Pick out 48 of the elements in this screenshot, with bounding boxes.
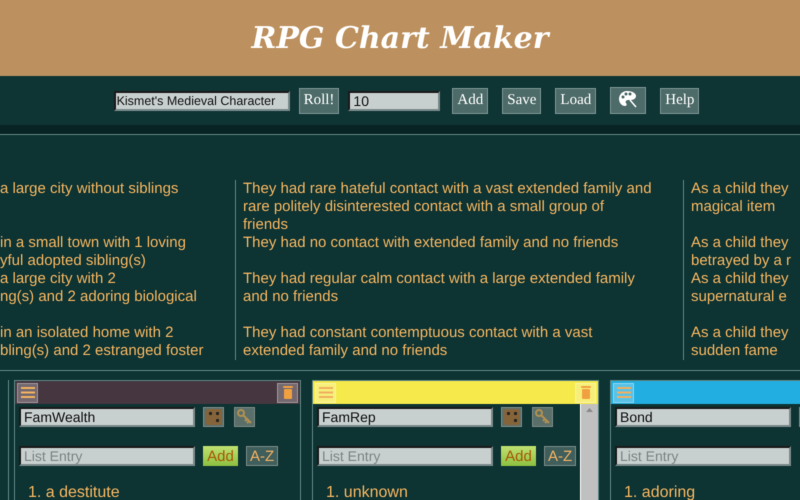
toolbar-button[interactable]: Load — [555, 88, 596, 114]
list-name-field[interactable]: Bond — [615, 407, 791, 427]
list-entry: 1. adoring — [624, 484, 696, 500]
app-title: RPG Chart Maker — [251, 20, 549, 56]
palette-icon — [618, 90, 638, 108]
result-text: in an isolated home with 2 bling(s) and 2 estranged foster — [0, 324, 204, 359]
result-text: As a child they supernatural e — [691, 270, 789, 305]
roll-button[interactable]: Roll! — [298, 88, 340, 114]
result-text: As a child they betrayed by a r — [691, 234, 792, 269]
trash-icon — [580, 386, 590, 399]
result-text: in a small town with 1 loving yful adopted sibling(s) — [0, 234, 186, 269]
key-icon — [534, 409, 550, 425]
sort-button[interactable]: A-Z — [544, 446, 576, 466]
list-name-field[interactable]: FamWealth — [19, 407, 195, 427]
menu-icon — [616, 387, 630, 398]
key-button[interactable] — [532, 407, 553, 427]
list-entry-field[interactable]: List Entry — [615, 446, 791, 466]
result-text: They had regular calm contact with a large extended family and no friends — [243, 270, 635, 305]
roll-count-field[interactable]: 10 — [348, 90, 440, 110]
result-text: a large city without siblings — [0, 180, 178, 197]
result-text: As a child they sudden fame — [691, 324, 789, 359]
result-text: They had no contact with extended family and no friends — [243, 234, 618, 251]
list-entry: 1. unknown — [326, 484, 409, 500]
toolbar-button[interactable]: Save — [502, 88, 542, 114]
list-entry-field[interactable]: List Entry — [19, 446, 195, 466]
scrollbar[interactable] — [580, 404, 598, 500]
chart-name-field[interactable]: Kismet's Medieval Character — [114, 90, 290, 110]
result-text: a large city with 2 ng(s) and 2 adoring biological — [0, 270, 197, 305]
sort-button[interactable]: A-Z — [246, 446, 278, 466]
key-icon — [236, 409, 252, 425]
menu-button[interactable] — [17, 382, 38, 402]
list-entry-field[interactable]: List Entry — [317, 446, 493, 466]
result-text: They had constant contemptuous contact with a vast extended family and no friends — [243, 324, 592, 359]
result-text: They had rare hateful contact with a vast extended family and rare politely disinterested contact with a small group of friends — [243, 180, 652, 233]
dice-icon — [504, 409, 520, 425]
key-button[interactable] — [234, 407, 255, 427]
list-name-field[interactable]: FamRep — [317, 407, 493, 427]
menu-icon — [20, 387, 34, 398]
toolbar-button[interactable]: Help — [660, 88, 700, 114]
toolbar-button[interactable]: Add — [452, 88, 488, 114]
trash-icon — [282, 386, 292, 399]
list-entry: 1. a destitute — [28, 484, 121, 500]
delete-button[interactable] — [277, 382, 298, 402]
dice-icon — [206, 409, 222, 425]
result-text: As a child they magical item — [691, 180, 789, 215]
scroll-up-icon — [586, 408, 593, 412]
menu-icon — [318, 387, 332, 398]
palette-button[interactable] — [610, 87, 646, 114]
